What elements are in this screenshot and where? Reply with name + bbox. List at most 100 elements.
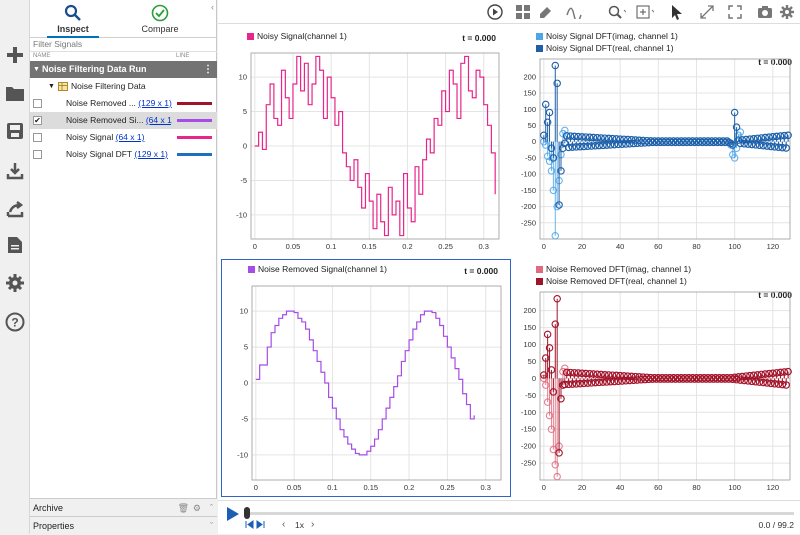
gear-icon[interactable] [3,270,27,296]
run-row[interactable]: ▼ Noise Filtering Data Run ⋮ [30,61,217,78]
download-icon[interactable] [3,158,27,184]
y-tick-label: 200 [523,72,536,81]
play-circle-icon[interactable] [486,3,504,21]
report-icon[interactable] [3,232,27,258]
signal-checkbox[interactable]: ✔ [33,116,42,125]
y-tick-label: -50 [525,153,536,162]
signal-row[interactable]: Noisy Signal (64 x 1) [30,129,217,146]
expand-triangle-icon[interactable]: ▼ [48,78,55,95]
signal-line-swatch[interactable] [177,119,212,122]
plus-icon[interactable] [3,42,27,68]
step-controls-icon[interactable] [245,520,265,529]
signal-size-link[interactable]: (129 x 1) [134,149,168,159]
signal-checkbox[interactable] [33,99,42,108]
signal-size-link[interactable]: (64 x 1) [146,115,172,125]
check-circle-icon [151,4,169,22]
archive-label: Archive [33,503,64,513]
signal-line-swatch[interactable] [177,136,212,139]
tab-compare-label: Compare [141,24,179,34]
time-slider-thumb[interactable] [244,507,250,519]
gear-icon[interactable]: ⚙ [193,499,201,517]
y-tick-label: -200 [521,202,536,211]
y-tick-label: -250 [521,218,536,227]
filter-signals-input[interactable]: Filter Signals [30,38,217,52]
eraser-icon[interactable] [536,3,554,21]
signal-line-swatch[interactable] [177,102,212,105]
plot-noisy-signal[interactable]: Noisy Signal(channel 1) t = 0.000 0 0.05 0.1… [221,27,508,255]
camera-icon[interactable] [756,3,774,21]
collapse-panel-icon[interactable]: ‹ [211,2,214,12]
signal-name: Noisy Signal DFT (129 x 1) [66,146,172,163]
settings-gear-icon[interactable] [778,3,796,21]
plot-canvas[interactable]: 0 0.05 0.1 0.15 0.2 0.25 0.3 10 5 0 -5 -10 [222,260,510,496]
play-icon[interactable] [226,506,240,522]
signal-name: Noise Removed ... (129 x 1) [66,95,172,112]
plot-toolbar [218,0,800,24]
x-tick-label: 120 [767,242,780,251]
table-icon [58,82,68,91]
share-icon[interactable] [3,196,27,222]
y-tick-label: 150 [523,323,536,332]
y-tick-label: 150 [523,89,536,98]
group-row[interactable]: ▼ Noise Filtering Data [30,78,217,95]
cursor-icon[interactable] [668,3,686,21]
x-tick-label: 40 [616,242,624,251]
x-tick-label: 0 [542,483,546,492]
signal-line-swatch[interactable] [177,153,212,156]
signal-row[interactable]: Noise Removed ... (129 x 1) [30,95,217,112]
signal-size-link[interactable]: (129 x 1) [138,98,172,108]
y-tick-label: 10 [239,73,247,82]
expand-triangle-icon[interactable]: ▼ [33,61,40,78]
plot-canvas[interactable]: 0 20 40 60 80 100 120 200 150 100 50 0 -50 -100 -150 -2… [510,260,798,496]
signal-table-header: NAME LINE [30,52,217,61]
y-tick-label: 100 [523,105,536,114]
plot-canvas[interactable]: 0 0.05 0.1 0.15 0.2 0.25 0.3 10 5 0 -5 -10 [221,27,508,255]
y-tick-label: 0 [532,137,536,146]
x-tick-label: 0.2 [402,242,412,251]
tab-inspect[interactable]: Inspect [43,0,103,38]
signal-row[interactable]: ✔ Noise Removed Si... (64 x 1) [30,112,217,129]
visualization-icon[interactable] [566,3,584,21]
time-slider-track[interactable] [244,512,794,515]
save-icon[interactable] [3,118,27,144]
x-tick-label: 80 [692,483,700,492]
tab-compare[interactable]: Compare [130,0,190,38]
y-tick-label: 50 [528,121,536,130]
chevron-up-icon[interactable]: ˆ [210,499,213,517]
signal-row[interactable]: Noisy Signal DFT (129 x 1) [30,146,217,163]
plot-noise-removed-dft[interactable]: Noise Removed DFT(imag, channel 1) Noise … [510,260,798,496]
chevron-down-icon[interactable]: ˇ [210,517,213,535]
plot-noisy-signal-dft[interactable]: Noisy Signal DFT(imag, channel 1) Noisy S… [510,27,798,255]
zoom-icon[interactable] [608,3,626,21]
help-icon[interactable]: ? [3,309,27,335]
y-tick-label: 5 [244,343,248,352]
run-menu-icon[interactable]: ⋮ [203,61,213,78]
archive-bar[interactable]: Archive 🗑 ⚙ ˆ [30,498,217,516]
speed-decrease-icon[interactable]: ‹ [282,519,285,530]
left-toolbar: ? [0,0,30,534]
folder-icon[interactable] [3,80,27,106]
plot-noise-removed-signal[interactable]: Noise Removed Signal(channel 1) t = 0.000… [221,259,511,497]
x-tick-label: 0.3 [479,242,489,251]
y-tick-label: 200 [523,306,536,315]
plot-canvas[interactable]: 0 20 40 60 80 100 120 200 150 100 50 0 -50 -100 -150 -2… [510,27,798,255]
signal-checkbox[interactable] [33,150,42,159]
fullscreen-icon[interactable] [726,3,744,21]
y-tick-label: -5 [240,176,247,185]
x-tick-label: 0.15 [363,483,378,492]
header-line: LINE [176,53,190,59]
signal-size-link[interactable]: (64 x 1) [116,132,145,142]
fit-to-view-icon[interactable] [636,3,654,21]
y-tick-label: -150 [521,186,536,195]
layout-grid-icon[interactable] [514,3,532,21]
y-tick-label: -10 [236,210,247,219]
speed-increase-icon[interactable]: › [311,519,314,530]
trash-icon[interactable]: 🗑 [178,499,189,517]
y-tick-label: -250 [521,459,536,468]
header-name: NAME [33,53,51,59]
x-tick-label: 0.25 [440,483,455,492]
properties-bar[interactable]: Properties ˇ [30,516,217,534]
expand-arrows-icon[interactable] [698,3,716,21]
tab-inspect-label: Inspect [57,24,89,34]
signal-checkbox[interactable] [33,133,42,142]
